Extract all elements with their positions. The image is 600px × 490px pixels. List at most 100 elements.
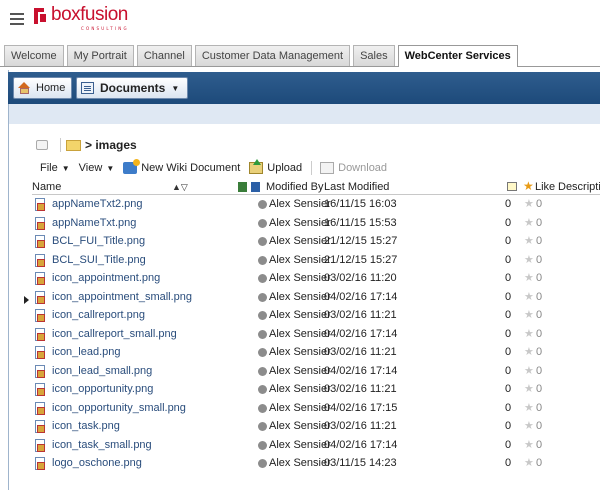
breadcrumb-path[interactable]: > images [85,138,137,152]
like-star-icon[interactable]: ★ [524,401,534,414]
file-name-link[interactable]: icon_task_small.png [52,439,152,451]
like-star-icon[interactable]: ★ [524,327,534,340]
like-star-icon[interactable]: ★ [524,216,534,229]
column-header-modified-by[interactable]: Modified By [266,180,323,194]
modified-by-link[interactable]: Alex Sensier [269,457,331,469]
view-menu[interactable]: View ▼ [79,162,115,174]
file-name-link[interactable]: appNameTxt.png [52,217,136,229]
modified-by-link[interactable]: Alex Sensier [269,272,331,284]
sort-icon[interactable]: ▲▽ [172,182,188,193]
download-button[interactable]: Download [320,162,387,174]
modified-by-link[interactable]: Alex Sensier [269,420,331,432]
file-name-link[interactable]: BCL_FUI_Title.png [52,235,145,247]
file-menu[interactable]: File ▼ [40,162,70,174]
comment-count[interactable]: 0 [505,365,511,377]
file-name-link[interactable]: icon_lead.png [52,346,121,358]
table-row[interactable]: appNameTxt2.png Alex Sensier 16/11/15 16:0… [32,196,600,215]
file-name-link[interactable]: icon_appointment.png [52,272,160,284]
table-row[interactable]: BCL_FUI_Title.png Alex Sensier 21/12/15 15… [32,233,600,252]
comment-count[interactable]: 0 [505,328,511,340]
file-name-link[interactable]: icon_appointment_small.png [52,291,192,303]
table-row[interactable]: icon_opportunity.png Alex Sensier 03/02/16… [32,381,600,400]
tab-channel[interactable]: Channel [136,45,192,66]
hamburger-menu-icon[interactable] [10,13,24,25]
like-star-icon[interactable]: ★ [524,456,534,469]
file-name-link[interactable]: appNameTxt2.png [52,198,143,210]
modified-by-link[interactable]: Alex Sensier [269,383,331,395]
modified-by-link[interactable]: Alex Sensier [269,328,331,340]
like-star-icon[interactable]: ★ [524,308,534,321]
table-row[interactable]: icon_appointment_small.png Alex Sensier 04… [32,289,600,308]
comment-count[interactable]: 0 [505,402,511,414]
tab-sales[interactable]: Sales [353,45,395,66]
modified-by-link[interactable]: Alex Sensier [269,402,331,414]
comment-count[interactable]: 0 [505,457,511,469]
modified-by-link[interactable]: Alex Sensier [269,235,331,247]
row-selector-arrow-icon[interactable] [24,296,29,304]
tab-welcome[interactable]: Welcome [4,45,64,66]
file-name-link[interactable]: icon_task.png [52,420,120,432]
comment-count[interactable]: 0 [505,254,511,266]
modified-by-link[interactable]: Alex Sensier [269,291,331,303]
modified-by-link[interactable]: Alex Sensier [269,217,331,229]
comment-count[interactable]: 0 [505,198,511,210]
like-star-icon[interactable]: ★ [524,271,534,284]
comment-count[interactable]: 0 [505,439,511,451]
like-star-icon[interactable]: ★ [524,419,534,432]
tab-my-portrait[interactable]: My Portrait [66,45,134,66]
table-row[interactable]: icon_callreport_small.png Alex Sensier 04/… [32,326,600,345]
column-options-icon[interactable] [251,182,260,192]
table-row[interactable]: icon_lead.png Alex Sensier 03/02/16 11:21 0… [32,344,600,363]
select-all-icon[interactable] [238,182,247,192]
new-wiki-document-button[interactable]: New Wiki Document [123,159,240,174]
comment-count[interactable]: 0 [505,346,511,358]
brand-logo[interactable]: boxfusion CONSULTING [34,4,174,32]
modified-by-link[interactable]: Alex Sensier [269,309,331,321]
file-name-link[interactable]: logo_oschone.png [52,457,142,469]
like-star-icon[interactable]: ★ [524,290,534,303]
comment-count[interactable]: 0 [505,272,511,284]
table-row[interactable]: icon_task.png Alex Sensier 03/02/16 11:21 0… [32,418,600,437]
file-name-link[interactable]: BCL_SUI_Title.png [52,254,146,266]
table-row[interactable]: icon_lead_small.png Alex Sensier 04/02/16 … [32,363,600,382]
comment-count[interactable]: 0 [505,291,511,303]
comment-count[interactable]: 0 [505,383,511,395]
comment-count[interactable]: 0 [505,217,511,229]
upload-button[interactable]: Upload [249,159,302,174]
like-star-icon[interactable]: ★ [524,438,534,451]
tab-customer-data-management[interactable]: Customer Data Management [194,45,351,66]
modified-by-link[interactable]: Alex Sensier [269,365,331,377]
file-name-link[interactable]: icon_callreport.png [52,309,145,321]
modified-by-link[interactable]: Alex Sensier [269,254,331,266]
file-name-link[interactable]: icon_callreport_small.png [52,328,177,340]
like-star-icon[interactable]: ★ [524,345,534,358]
column-header-name[interactable]: Name [32,180,61,194]
column-header-description[interactable]: Description [558,180,600,194]
like-star-icon[interactable]: ★ [524,253,534,266]
table-row[interactable]: icon_task_small.png Alex Sensier 04/02/16 … [32,437,600,456]
like-star-icon[interactable]: ★ [524,364,534,377]
like-star-icon[interactable]: ★ [524,382,534,395]
table-row[interactable]: icon_callreport.png Alex Sensier 03/02/16 … [32,307,600,326]
table-row[interactable]: icon_opportunity_small.png Alex Sensier 04… [32,400,600,419]
table-row[interactable]: logo_oschone.png Alex Sensier 03/11/15 14:… [32,455,600,474]
home-button[interactable]: Home [13,77,73,99]
like-star-icon[interactable]: ★ [524,234,534,247]
file-name-link[interactable]: icon_lead_small.png [52,365,152,377]
table-row[interactable]: appNameTxt.png Alex Sensier 16/11/15 15:53… [32,215,600,234]
up-folder-icon[interactable] [36,140,48,150]
modified-by-link[interactable]: Alex Sensier [269,439,331,451]
tab-webcenter-services[interactable]: WebCenter Services [397,45,518,67]
modified-by-link[interactable]: Alex Sensier [269,346,331,358]
like-star-icon[interactable]: ★ [524,197,534,210]
file-name-link[interactable]: icon_opportunity_small.png [52,402,186,414]
comment-count[interactable]: 0 [505,235,511,247]
column-header-last-modified[interactable]: Last Modified [324,180,389,194]
column-header-like[interactable]: Like [535,180,555,194]
table-row[interactable]: icon_appointment.png Alex Sensier 03/02/16… [32,270,600,289]
comment-count[interactable]: 0 [505,420,511,432]
modified-by-link[interactable]: Alex Sensier [269,198,331,210]
documents-menu-button[interactable]: Documents ▼ [76,77,189,99]
file-name-link[interactable]: icon_opportunity.png [52,383,153,395]
comment-count[interactable]: 0 [505,309,511,321]
